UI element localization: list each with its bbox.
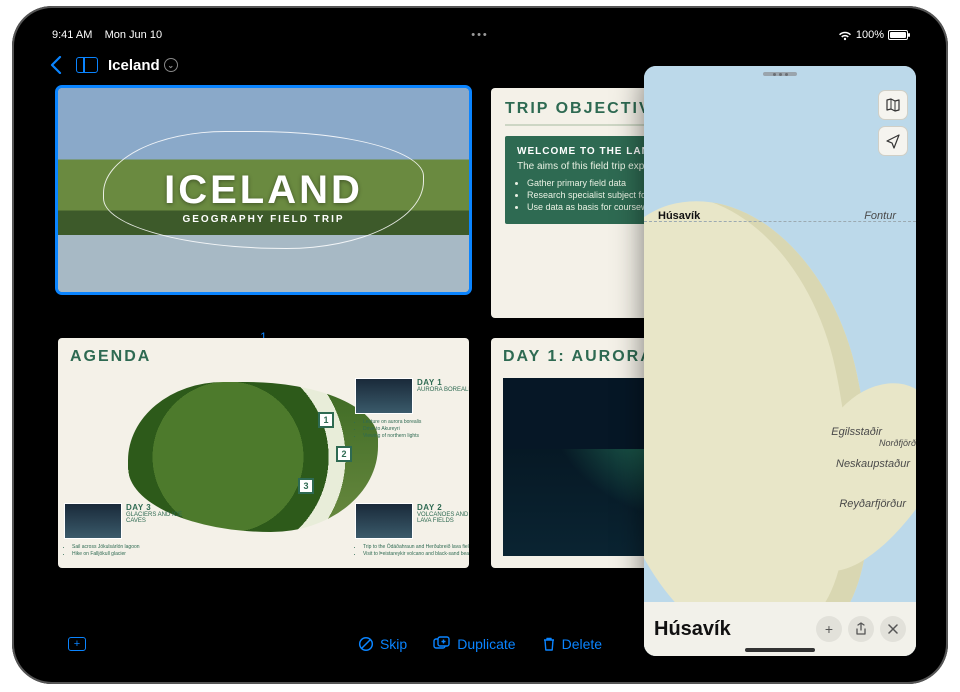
wifi-icon: [838, 31, 852, 41]
document-title-text: Iceland: [108, 57, 160, 74]
agenda-day-1: DAY 1 AURORA BOREALIS Lecture on aurora …: [355, 378, 469, 440]
slide-1-title: ICELAND: [164, 168, 363, 213]
map-label-neskaup: Neskaupstaður: [836, 458, 910, 470]
chevron-down-icon: ⌄: [164, 58, 178, 72]
slide-3-content: AGENDA 1 2 3 DAY 1 AURORA BOREALIS Lectu…: [58, 338, 469, 380]
skip-button[interactable]: Skip: [358, 636, 407, 652]
slideover-grabber[interactable]: [763, 72, 797, 76]
agenda-day2-i2: Visit to Þeistareykir volcano and black-…: [363, 551, 469, 557]
back-button[interactable]: [46, 52, 66, 78]
slide-3-heading: AGENDA: [70, 348, 457, 370]
agenda-day3-i1: Sail across Jökulsárlón lagoon: [72, 544, 184, 550]
map-label-nord: Norðfjörður: [879, 438, 916, 448]
agenda-pin-2: 2: [336, 446, 352, 462]
plus-icon: +: [68, 637, 86, 651]
map-canvas[interactable]: Húsavík Fontur Egilsstaðir Neskaupstaður…: [644, 66, 916, 656]
agenda-day3-thumb: [64, 503, 122, 539]
map-label-husavik: Húsavík: [658, 210, 700, 222]
status-right: 100%: [838, 29, 908, 41]
skip-icon: [358, 636, 374, 652]
map-label-reydar: Reyðarfjörður: [839, 498, 906, 510]
agenda-day2-thumb: [355, 503, 413, 539]
status-left: 9:41 AM Mon Jun 10: [52, 29, 162, 41]
agenda-day3-i2: Hike on Falljökull glacier: [72, 551, 184, 557]
agenda-pin-1: 1: [318, 412, 334, 428]
agenda-day-3: DAY 3 GLACIERS AND ICE CAVES Sail across…: [64, 503, 184, 558]
sidebar-toggle-icon[interactable]: [76, 57, 98, 73]
duplicate-button[interactable]: Duplicate: [433, 636, 515, 652]
duplicate-label: Duplicate: [457, 636, 515, 652]
slide-1-cover: ICELAND GEOGRAPHY FIELD TRIP: [58, 88, 469, 292]
skip-label: Skip: [380, 636, 407, 652]
agenda-day1-i2: Drive to Akureyri: [363, 426, 469, 432]
slide-3[interactable]: AGENDA 1 2 3 DAY 1 AURORA BOREALIS Lectu…: [58, 338, 469, 568]
map-icon: [885, 97, 901, 113]
locate-button[interactable]: [878, 126, 908, 156]
delete-label: Delete: [562, 636, 602, 652]
share-icon: [855, 622, 867, 636]
maps-slideover[interactable]: Húsavík Fontur Egilsstaðir Neskaupstaður…: [644, 66, 916, 656]
duplicate-icon: [433, 636, 451, 652]
screen: 9:41 AM Mon Jun 10 ••• 100% Iceland ⌄: [30, 24, 930, 666]
agenda-pin-3: 3: [298, 478, 314, 494]
map-label-egilsstadir: Egilsstaðir: [831, 426, 882, 438]
maps-close-button[interactable]: [880, 616, 906, 642]
maps-add-button[interactable]: +: [816, 616, 842, 642]
close-icon: [888, 624, 898, 634]
agenda-day2-i1: Trip to the Ódáðahraun and Herðubreið la…: [363, 544, 469, 550]
agenda-day1-i1: Lecture on aurora borealis: [363, 419, 469, 425]
add-slide-button[interactable]: +: [68, 637, 86, 651]
map-label-fontur: Fontur: [864, 210, 896, 222]
map-mode-button[interactable]: [878, 90, 908, 120]
battery-icon: [888, 30, 908, 40]
delete-button[interactable]: Delete: [542, 636, 602, 652]
status-bar: 9:41 AM Mon Jun 10 ••• 100%: [30, 24, 930, 46]
agenda-day1-thumb: [355, 378, 413, 414]
agenda-day1-i3: Viewing of northern lights: [363, 433, 469, 439]
ipad-frame: 9:41 AM Mon Jun 10 ••• 100% Iceland ⌄: [12, 6, 948, 684]
plus-icon: +: [825, 621, 833, 637]
battery-pct: 100%: [856, 29, 884, 41]
maps-share-button[interactable]: [848, 616, 874, 642]
status-time: 9:41 AM: [52, 29, 92, 41]
agenda-day-2: DAY 2 VOLCANOES AND LAVA FIELDS Trip to …: [355, 503, 469, 558]
multitask-dots[interactable]: •••: [471, 29, 489, 41]
map-controls: [878, 90, 908, 156]
maps-place-title: Húsavík: [654, 618, 810, 641]
document-title[interactable]: Iceland ⌄: [108, 57, 178, 74]
trash-icon: [542, 636, 556, 652]
location-arrow-icon: [885, 133, 901, 149]
slide-1[interactable]: ICELAND GEOGRAPHY FIELD TRIP: [58, 88, 469, 292]
slide-1-subtitle: GEOGRAPHY FIELD TRIP: [182, 214, 344, 225]
status-date: Mon Jun 10: [105, 29, 162, 41]
slideover-home-indicator[interactable]: [745, 648, 815, 652]
slide-1-wrap: ICELAND GEOGRAPHY FIELD TRIP 1: [58, 88, 469, 318]
